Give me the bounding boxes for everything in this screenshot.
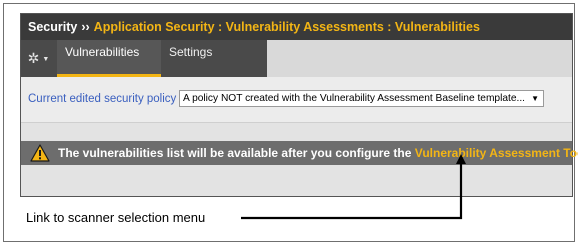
callout-connector xyxy=(241,154,466,220)
figure-frame: Security ›› Application Security : Vulnera… xyxy=(3,3,578,242)
callout-label: Link to scanner selection menu xyxy=(26,210,206,225)
